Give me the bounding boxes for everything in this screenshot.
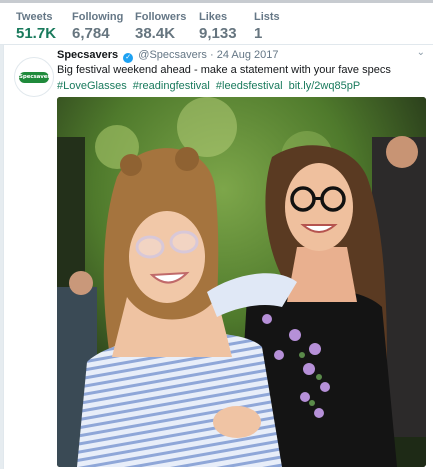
stat-tweets[interactable]: Tweets 51.7K <box>13 11 63 50</box>
specsavers-logo: Specsavers <box>19 72 53 83</box>
stat-followers[interactable]: Followers 38.4K <box>135 11 186 43</box>
profile-stats-bar: Tweets 51.7K Following 6,784 Followers 3… <box>0 3 433 50</box>
stat-value: 6,784 <box>72 25 110 42</box>
separator-dot: · <box>210 49 214 61</box>
tweet-links: #LoveGlasses #readingfestival #leedsfest… <box>57 78 429 94</box>
tweet-header: Specsavers ✓ @Specsavers · 24 Aug 2017 <box>57 47 427 63</box>
stat-label: Followers <box>135 11 187 23</box>
tweet-timestamp[interactable]: 24 Aug 2017 <box>217 49 279 61</box>
stat-label: Tweets <box>16 11 53 23</box>
chevron-down-icon[interactable]: ⌄ <box>417 47 425 58</box>
stat-following[interactable]: Following 6,784 <box>72 11 123 43</box>
author-handle[interactable]: @Specsavers <box>138 49 207 61</box>
stat-label: Following <box>72 11 124 23</box>
stat-value: 38.4K <box>135 25 176 42</box>
stat-likes[interactable]: Likes 9,133 <box>199 11 237 43</box>
author-name[interactable]: Specsavers <box>57 49 118 61</box>
stat-value: 51.7K <box>16 25 57 42</box>
tweet-text: Big festival weekend ahead - make a stat… <box>57 62 429 94</box>
tweet-link[interactable]: bit.ly/2wq85pP <box>289 80 361 92</box>
stat-label: Likes <box>199 11 228 23</box>
stat-lists[interactable]: Lists 1 <box>254 11 280 43</box>
hashtag-leedsfestival[interactable]: #leedsfestival <box>216 80 283 92</box>
stat-value: 9,133 <box>199 25 237 42</box>
tweet-text-line: Big festival weekend ahead - make a stat… <box>57 64 391 76</box>
avatar[interactable]: Specsavers <box>14 57 54 97</box>
festival-photo-illustration <box>57 97 426 467</box>
hashtag-readingfestival[interactable]: #readingfestival <box>133 80 210 92</box>
stat-value: 1 <box>254 25 263 42</box>
tweet-photo[interactable] <box>57 97 426 467</box>
tweet-card[interactable]: Specsavers Specsavers ✓ @Specsavers · 24… <box>3 45 433 469</box>
stat-label: Lists <box>254 11 280 23</box>
hashtag-loveglasses[interactable]: #LoveGlasses <box>57 80 127 92</box>
